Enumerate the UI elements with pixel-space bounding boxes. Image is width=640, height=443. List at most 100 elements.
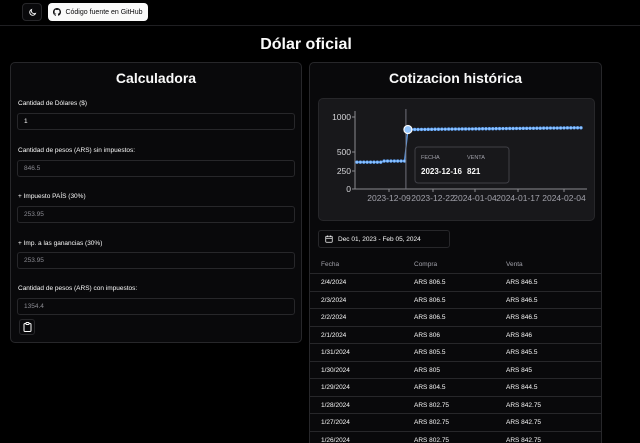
data-point [463,127,468,131]
data-point [419,127,424,132]
data-point [484,127,488,131]
table-row: 1/26/2024 ARS 802.75 ARS 842.75 [310,432,601,443]
cell-compra: ARS 802.75 [414,436,450,443]
date-range-picker[interactable]: Dec 01, 2023 - Feb 05, 2024 [318,230,450,248]
x-tick-label: 2024-02-04 [542,193,586,203]
data-point [385,159,390,163]
data-point [494,126,498,131]
cell-fecha: 1/26/2024 [321,436,350,443]
top-bar: Código fuente en GitHub [0,0,640,26]
data-point [528,126,532,130]
table-row: 2/3/2024 ARS 806.5 ARS 846.5 [310,292,601,309]
cell-venta: ARS 846.5 [506,279,538,286]
x-tick-label: 2023-12-22 [411,193,455,203]
tooltip-fecha-label: FECHA [421,155,440,161]
cell-venta: ARS 846 [506,331,533,339]
data-point [572,126,576,130]
data-point [548,126,553,130]
data-point [450,127,454,131]
chart-svg: 1000 500 250 0 2023-12-09 2023-12-222024-01-0… [332,109,587,203]
table-header: Fecha Compra Venta [310,256,601,274]
cell-venta: ARS 846.5 [506,296,538,304]
history-card: Cotizacion histórica 1000 500 250 0 2023-12-… [309,62,602,443]
cell-compra: ARS 805 [414,366,441,374]
moon-icon [28,8,36,16]
x-tick-label: 2023-12-09 [367,193,411,203]
github-label: Código fuente en GitHub [65,8,143,16]
data-point [440,127,444,131]
tooltip-venta-label: VENTA [467,155,485,161]
data-point [396,159,400,163]
copy-button[interactable] [19,319,35,335]
data-point [521,126,526,131]
table-row: 2/4/2024 ARS 806.5 ARS 846.5 [310,274,601,292]
dollars-label: Cantidad de Dólares ($) [18,100,88,107]
cell-venta: ARS 842.75 [506,419,542,426]
cell-venta: ARS 844.5 [506,384,538,391]
price-chart[interactable]: 1000 500 250 0 2023-12-09 2023-12-22 2024-01-0… [318,98,595,221]
y-tick-label: 1000 [332,112,351,122]
data-point [436,127,441,131]
clipboard-icon [23,322,31,332]
cell-venta: ARS 845 [506,366,533,374]
data-point [514,126,519,131]
pesos-with-tax-field: 1354.4 [17,298,295,315]
github-icon [53,8,62,16]
cell-fecha: 2/3/2024 [321,296,347,304]
data-point [535,126,539,130]
cell-fecha: 1/28/2024 [321,401,350,409]
data-point [538,126,542,130]
data-point [575,126,580,130]
pesos-with-tax-label: Cantidad de pesos (ARS) con impuestos: [18,285,138,292]
x-tick-label: 2024-01-04 [453,193,497,203]
cell-fecha: 1/31/2024 [321,349,350,356]
cell-compra: ARS 806.5 [414,296,446,304]
cell-fecha: 2/2/2024 [321,314,347,321]
data-point [457,127,461,131]
data-point [487,126,492,131]
data-point [368,160,373,164]
data-point [355,160,359,164]
data-point [375,160,380,164]
data-point [365,160,369,164]
data-point [433,127,437,131]
history-title: Cotizacion histórica [388,70,523,86]
data-point [569,126,573,130]
cell-fecha: 1/29/2024 [321,384,350,391]
cell-fecha: 1/27/2024 [321,419,350,426]
data-point [579,126,583,130]
cell-venta: ARS 846.5 [506,314,538,321]
data-point [467,127,471,131]
tooltip-venta-value: 821 [467,167,481,176]
y-tick-label: 250 [337,166,351,176]
data-point [501,126,505,131]
tooltip-fecha-value: 2023-12-16 [421,167,462,176]
github-source-button[interactable]: Código fuente en GitHub [48,3,148,21]
data-point [372,160,376,164]
table-row: 2/1/2024 ARS 806 ARS 846 [310,327,601,344]
data-point [552,126,556,130]
calculator-title: Calculadora [115,70,197,86]
data-point [460,127,464,131]
cell-compra: ARS 806.5 [414,314,446,321]
table-row: 1/27/2024 ARS 802.75 ARS 842.75 [310,414,601,432]
pesos-no-tax-label: Cantidad de pesos (ARS) sin impuestos: [18,147,136,154]
data-point [477,127,481,131]
ganancias-label: + Imp. a las ganancias (30%) [18,240,103,247]
theme-toggle-button[interactable] [22,3,42,21]
cell-compra: ARS 802.75 [414,401,450,409]
active-point [403,124,413,135]
data-point [470,127,475,131]
cell-venta: ARS 842.75 [506,401,542,409]
ganancias-field: 253.95 [17,252,295,269]
table-row: 1/30/2024 ARS 805 ARS 845 [310,362,601,379]
data-point [480,127,485,131]
dollars-input[interactable]: 1 [17,113,295,130]
cell-compra: ARS 804.5 [414,384,446,391]
column-header-compra: Compra [414,261,438,268]
data-point [558,126,563,130]
data-point [399,159,403,163]
tooltip-box [414,146,510,184]
cell-compra: ARS 802.75 [414,419,450,426]
data-point [508,126,512,131]
